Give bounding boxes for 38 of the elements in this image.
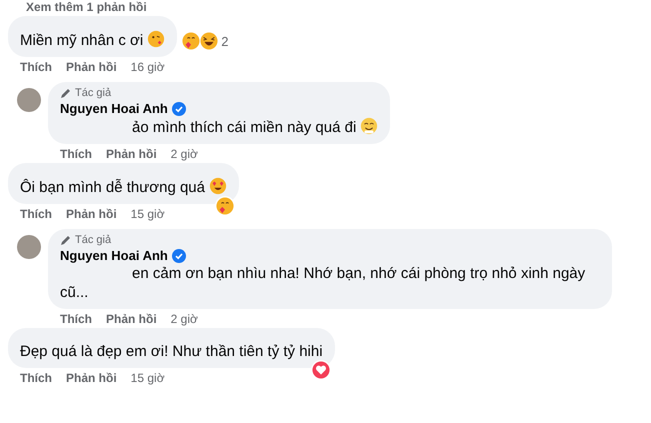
comment-action-link[interactable]: Thích [60, 147, 92, 161]
author-tag-label: Tác giả [75, 87, 112, 99]
hugging-face-icon [216, 197, 234, 215]
avatar[interactable] [17, 235, 41, 259]
comment-action-link[interactable]: Phản hồi [106, 147, 157, 161]
author-name[interactable]: Nguyen Hoai Anh [60, 101, 168, 116]
avatar[interactable] [17, 88, 41, 112]
kiss-face-icon [147, 30, 166, 48]
pen-icon [60, 234, 72, 246]
comment-text: Đẹp quá là đẹp em ơi! Như thần tiên tỷ tỷ hihi [20, 343, 323, 360]
comment-action-link[interactable]: Thích [60, 312, 92, 326]
comment-time[interactable]: 15 giờ [130, 371, 165, 385]
comment-action-link[interactable]: Phản hồi [66, 60, 117, 74]
smiling-face-icon [360, 117, 378, 135]
comment-time[interactable]: 15 giờ [130, 207, 165, 221]
reaction-summary[interactable] [215, 196, 235, 216]
comment-time[interactable]: 16 giờ [130, 60, 165, 74]
comment-action-link[interactable]: Phản hồi [66, 207, 117, 221]
comment-text: en cảm ơn bạn nhìu nha! Nhớ bạn, nhớ cái phòng trọ nhỏ xinh ngày cũ... [60, 265, 586, 301]
pen-icon [60, 87, 72, 99]
comment-action-link[interactable]: Phản hồi [66, 371, 117, 385]
author-tag-label: Tác giả [75, 234, 112, 246]
laughing-face-icon [200, 32, 218, 50]
comment-text: Ôi bạn mình dễ thương quá [20, 179, 205, 196]
comment-action-link[interactable]: Phản hồi [106, 312, 157, 326]
more-replies-link[interactable]: Xem thêm 1 phản hồi [8, 0, 651, 14]
comment-action-link[interactable]: Thích [20, 207, 52, 221]
comment-action-link[interactable]: Thích [20, 60, 52, 74]
comment-action-link[interactable]: Thích [20, 371, 52, 385]
comment-time[interactable]: 2 giờ [170, 312, 198, 326]
comment-text: ảo mình thích cái miền này quá đi [132, 119, 356, 136]
heart-eyes-face-icon [209, 177, 227, 195]
comment-time[interactable]: 2 giờ [170, 147, 198, 161]
author-name[interactable]: Nguyen Hoai Anh [60, 248, 168, 263]
comment-text: Miền mỹ nhân c ơi [20, 32, 144, 49]
hugging-face-icon [182, 32, 200, 50]
reaction-summary[interactable]: 2 [181, 31, 230, 51]
reaction-summary[interactable] [310, 360, 331, 380]
